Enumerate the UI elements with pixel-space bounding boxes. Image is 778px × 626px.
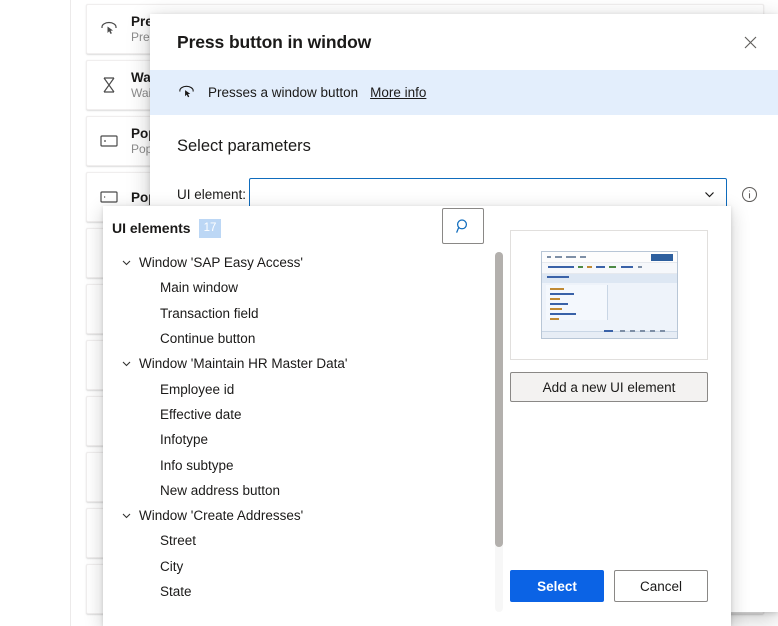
tree-node-label: Info subtype	[160, 457, 234, 473]
add-new-ui-element-button[interactable]: Add a new UI element	[510, 372, 708, 402]
chevron-down-icon	[703, 188, 716, 201]
tree-node-label: Street	[160, 533, 197, 549]
ui-elements-heading: UI elements	[112, 220, 191, 236]
tree-node-label: Effective date	[160, 406, 242, 422]
ui-element-preview-thumbnail	[540, 251, 678, 339]
tree-leaf-node[interactable]: State	[103, 579, 501, 598]
tree-node-label: Infotype	[160, 432, 209, 448]
ui-elements-tree: Window 'SAP Easy Access' Main window Tra…	[103, 250, 501, 598]
press-button-icon	[87, 19, 131, 39]
select-parameters-heading: Select parameters	[177, 137, 311, 155]
dialog-info-bar: Presses a window button More info	[150, 70, 778, 115]
select-button[interactable]: Select	[510, 570, 604, 602]
cancel-button[interactable]: Cancel	[614, 570, 708, 602]
search-icon[interactable]	[442, 208, 484, 244]
ui-element-label: UI element:	[177, 186, 247, 202]
tree-node-label: Window 'SAP Easy Access'	[139, 255, 303, 271]
tree-node-label: Employee id	[160, 381, 235, 397]
press-button-dialog: Press button in window Presses a window …	[103, 14, 778, 626]
line-number-gutter	[0, 0, 71, 626]
chevron-down-icon[interactable]	[121, 358, 139, 369]
tree-node-label: Window 'Maintain HR Master Data'	[139, 356, 348, 372]
hourglass-icon	[87, 75, 131, 95]
tree-node-label: Main window	[160, 280, 239, 296]
dialog-header: Press button in window	[150, 14, 778, 70]
tree-scrollbar-thumb[interactable]	[495, 252, 503, 547]
tree-node-label: Transaction field	[160, 305, 259, 321]
tree-leaf-node[interactable]: New address button	[103, 478, 501, 503]
tree-leaf-node[interactable]: Effective date	[103, 402, 501, 427]
ui-elements-picker-panel: UI elements 17 Window 'SAP Easy Access' …	[103, 206, 731, 626]
chevron-down-icon[interactable]	[121, 257, 139, 268]
picker-action-buttons: Select Cancel	[510, 570, 708, 602]
tree-leaf-node[interactable]: Continue button	[103, 326, 501, 351]
tree-scrollbar[interactable]	[495, 252, 503, 612]
close-icon[interactable]	[734, 26, 766, 58]
tree-leaf-node[interactable]: City	[103, 554, 501, 579]
tree-leaf-node[interactable]: Main window	[103, 275, 501, 300]
tree-leaf-node[interactable]: Street	[103, 528, 501, 553]
window-icon	[87, 131, 131, 151]
info-circle-icon[interactable]	[741, 186, 758, 203]
tree-group-node[interactable]: Window 'Create Addresses'	[103, 503, 501, 528]
tree-group-node[interactable]: Window 'Maintain HR Master Data'	[103, 351, 501, 376]
window-small-icon	[87, 187, 131, 207]
press-button-icon	[177, 83, 196, 102]
tree-leaf-node[interactable]: Employee id	[103, 376, 501, 401]
dialog-info-text: Presses a window button	[208, 85, 359, 100]
tree-node-label: City	[160, 558, 184, 574]
more-info-link[interactable]: More info	[370, 85, 426, 100]
tree-node-label: Continue button	[160, 331, 256, 347]
tree-node-label: New address button	[160, 482, 281, 498]
tree-node-label: State	[160, 584, 192, 598]
ui-elements-count-badge: 17	[198, 218, 222, 238]
tree-leaf-node[interactable]: Transaction field	[103, 301, 501, 326]
tree-leaf-node[interactable]: Infotype	[103, 427, 501, 452]
tree-node-label: Window 'Create Addresses'	[139, 508, 304, 524]
dialog-title: Press button in window	[177, 31, 372, 52]
ui-element-preview	[510, 230, 708, 360]
tree-group-node[interactable]: Window 'SAP Easy Access'	[103, 250, 501, 275]
tree-leaf-node[interactable]: Info subtype	[103, 452, 501, 477]
chevron-down-icon[interactable]	[121, 510, 139, 521]
